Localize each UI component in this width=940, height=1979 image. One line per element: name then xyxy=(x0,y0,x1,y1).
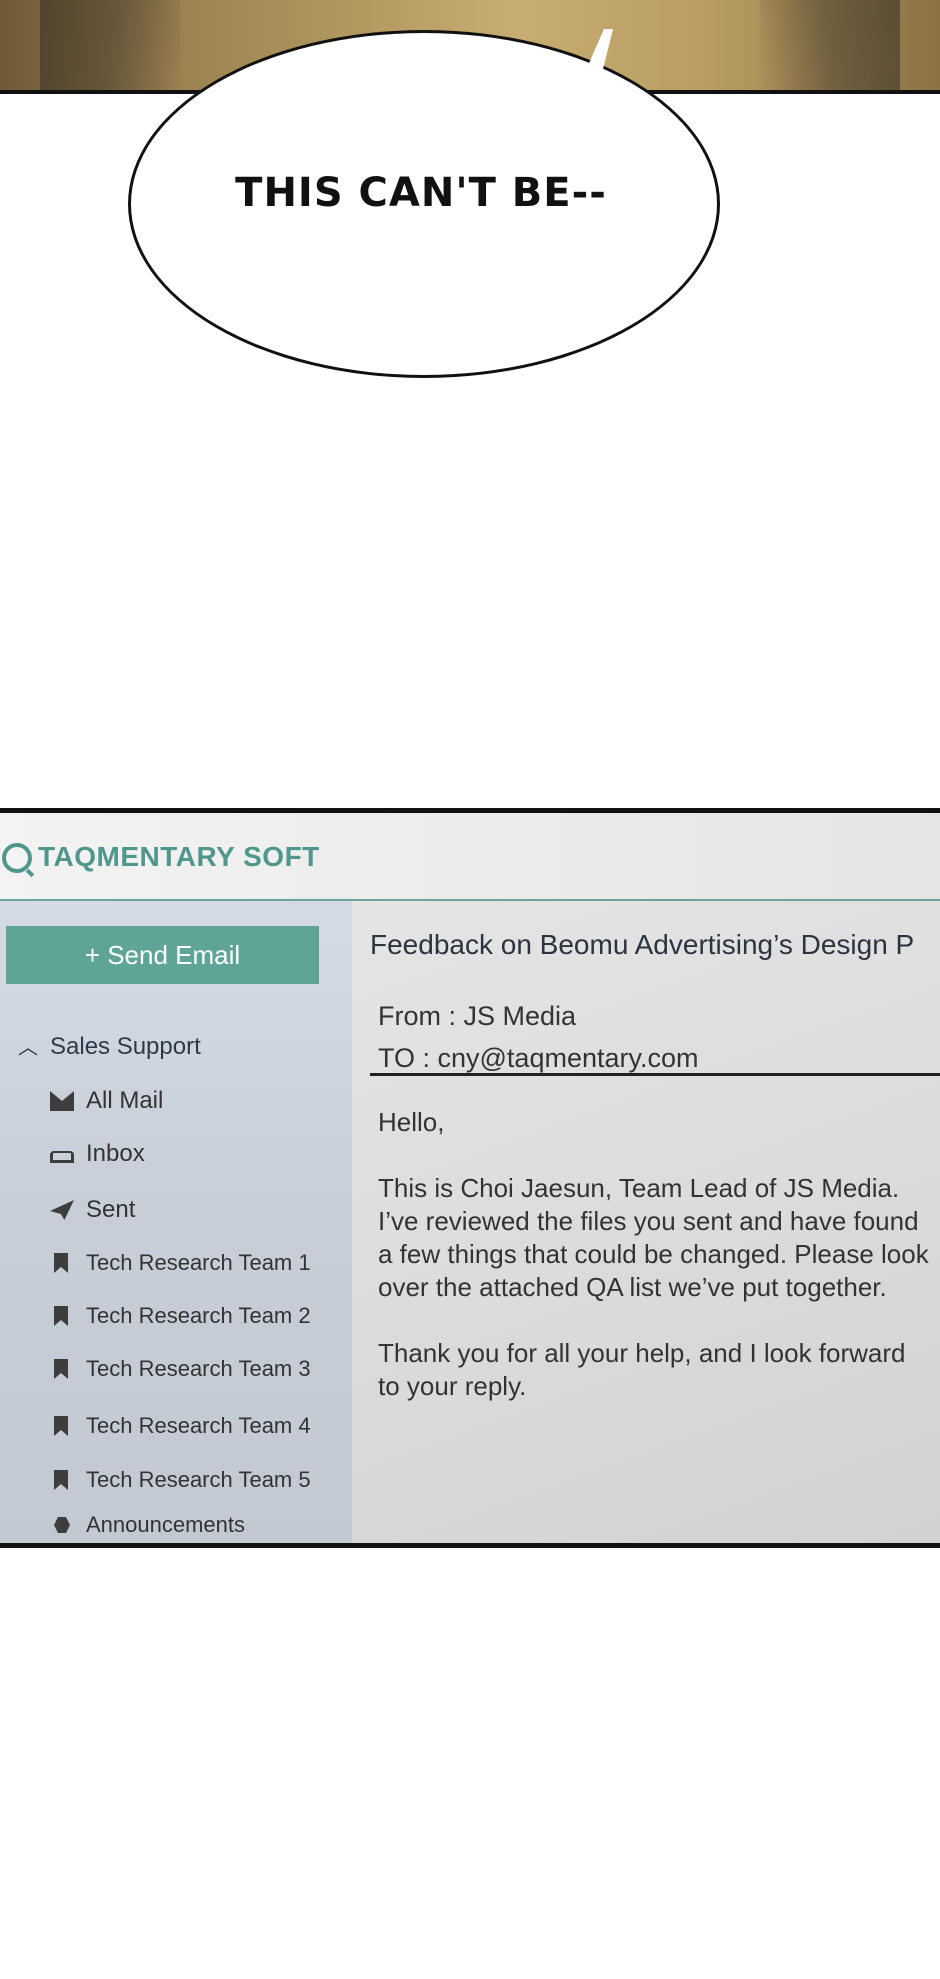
email-paragraph: This is Choi Jaesun, Team Lead of JS Med… xyxy=(378,1173,929,1302)
folder-label: Inbox xyxy=(86,1140,145,1167)
folder-label: Tech Research Team 5 xyxy=(86,1467,311,1492)
taqmentary-logo-icon xyxy=(2,843,32,873)
bookmark-icon xyxy=(54,1306,68,1326)
folder-all-mail[interactable]: All Mail xyxy=(50,1087,163,1115)
folder-tech-research-team-5[interactable]: Tech Research Team 5 xyxy=(50,1467,311,1493)
hair-shape xyxy=(40,0,180,90)
email-subject: Feedback on Beomu Advertising’s Design P xyxy=(370,929,915,960)
email-paragraph: Thank you for all your help, and I look … xyxy=(378,1338,906,1401)
folder-tech-research-team-1[interactable]: Tech Research Team 1 xyxy=(50,1250,311,1276)
folder-tech-research-team-3[interactable]: Tech Research Team 3 xyxy=(50,1356,311,1382)
folder-tech-research-team-2[interactable]: Tech Research Team 2 xyxy=(50,1303,311,1329)
hair-shape xyxy=(760,0,900,90)
folder-label: Tech Research Team 1 xyxy=(86,1250,311,1275)
speech-text: THIS CAN'T BE-- xyxy=(235,170,607,216)
email-from: From : JS Media xyxy=(378,1001,577,1031)
sidebar: + Send Email ︿ Sales Support All Mail Inb… xyxy=(0,901,352,1543)
folder-group-sales-support[interactable]: ︿ Sales Support xyxy=(18,1031,201,1061)
email-client-window: TAQMENTARY SOFT + Send Email ︿ Sales Supp… xyxy=(0,808,940,1548)
header-divider xyxy=(370,1073,940,1076)
chevron-up-icon[interactable]: ︿ xyxy=(18,1031,38,1060)
folder-label: Tech Research Team 2 xyxy=(86,1303,311,1328)
brand-name: TAQMENTARY SOFT xyxy=(38,841,320,872)
hexagon-icon xyxy=(54,1517,70,1533)
bookmark-icon xyxy=(54,1359,68,1379)
folder-announcements[interactable]: Announcements xyxy=(50,1512,245,1538)
folder-inbox[interactable]: Inbox xyxy=(50,1140,145,1168)
folder-label: Sent xyxy=(86,1196,136,1223)
folder-group-label: Sales Support xyxy=(50,1033,201,1060)
email-view: Feedback on Beomu Advertising’s Design P… xyxy=(352,901,940,1543)
folder-label: All Mail xyxy=(86,1087,164,1114)
email-greeting: Hello, xyxy=(378,1107,445,1137)
folder-tech-research-team-4[interactable]: Tech Research Team 4 xyxy=(50,1413,311,1439)
email-body: Hello, This is Choi Jaesun, Team Lead of… xyxy=(378,1106,933,1403)
send-icon xyxy=(50,1200,74,1220)
bookmark-icon xyxy=(54,1253,68,1273)
folder-label: Tech Research Team 3 xyxy=(86,1356,311,1381)
inbox-icon xyxy=(50,1151,74,1163)
bookmark-icon xyxy=(54,1470,68,1490)
bookmark-icon xyxy=(54,1416,68,1436)
folder-label: Announcements xyxy=(86,1512,245,1537)
send-email-button[interactable]: + Send Email xyxy=(6,926,319,984)
folder-label: Tech Research Team 4 xyxy=(86,1413,311,1438)
folder-sent[interactable]: Sent xyxy=(50,1196,135,1224)
mail-icon xyxy=(50,1091,74,1111)
email-to: TO : cny@taqmentary.com xyxy=(378,1043,699,1073)
app-header: TAQMENTARY SOFT xyxy=(0,813,940,901)
